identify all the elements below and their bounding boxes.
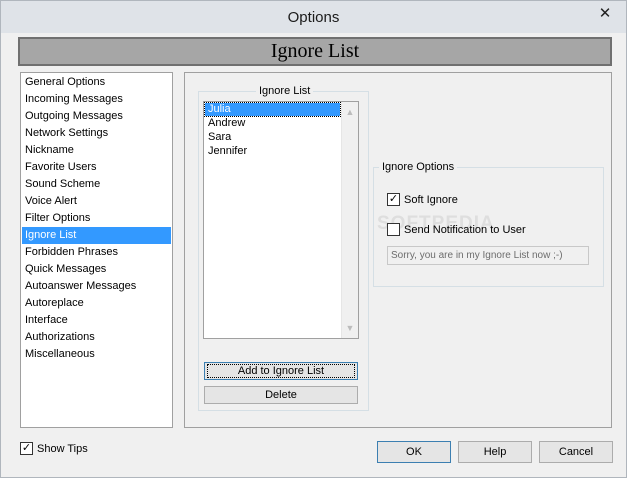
soft-ignore-label: Soft Ignore <box>404 193 458 206</box>
send-notification-label: Send Notification to User <box>404 223 526 236</box>
page-title: Ignore List <box>270 40 360 62</box>
send-notification-option[interactable]: Send Notification to User <box>387 223 526 236</box>
nav-item[interactable]: Autoanswer Messages <box>22 278 171 295</box>
close-icon[interactable]: ✕ <box>592 3 618 23</box>
notification-message-field[interactable]: Sorry, you are in my Ignore List now ;-) <box>387 246 589 265</box>
page-header: Ignore List <box>18 37 612 66</box>
title-bar[interactable]: Options ✕ <box>1 1 626 33</box>
show-tips-option[interactable]: ✓ Show Tips <box>20 442 88 455</box>
add-to-ignore-list-button[interactable]: Add to Ignore List <box>204 362 358 380</box>
help-button[interactable]: Help <box>458 441 532 463</box>
ignore-list-entry[interactable]: Sara <box>205 131 340 144</box>
show-tips-label: Show Tips <box>37 442 88 455</box>
listbox-scrollbar[interactable]: ▲ ▼ <box>341 102 358 338</box>
nav-item[interactable]: Authorizations <box>22 329 171 346</box>
window-title: Options <box>287 8 340 26</box>
nav-item[interactable]: Voice Alert <box>22 193 171 210</box>
nav-item[interactable]: Autoreplace <box>22 295 171 312</box>
nav-item[interactable]: Incoming Messages <box>22 91 171 108</box>
send-notification-checkbox[interactable] <box>387 223 400 236</box>
show-tips-checkbox[interactable]: ✓ <box>20 442 33 455</box>
scroll-down-icon[interactable]: ▼ <box>342 320 358 336</box>
nav-item[interactable]: Interface <box>22 312 171 329</box>
ignore-list-entry[interactable]: Julia <box>204 102 341 117</box>
ok-label: OK <box>406 446 422 458</box>
soft-ignore-option[interactable]: ✓ Soft Ignore <box>387 193 458 206</box>
ignore-listbox[interactable]: Julia Andrew Sara Jennifer ▲ ▼ <box>203 101 359 339</box>
delete-label: Delete <box>265 389 297 401</box>
scroll-up-icon[interactable]: ▲ <box>342 104 358 120</box>
ignore-list-group-label: Ignore List <box>256 85 314 97</box>
nav-item[interactable]: Filter Options <box>22 210 171 227</box>
nav-item[interactable]: Quick Messages <box>22 261 171 278</box>
nav-item[interactable]: Nickname <box>22 142 171 159</box>
options-category-list[interactable]: General Options Incoming Messages Outgoing… <box>20 72 173 428</box>
nav-item[interactable]: Miscellaneous <box>22 346 171 363</box>
ignore-options-group-label: Ignore Options <box>379 161 458 173</box>
nav-item[interactable]: General Options <box>22 74 171 91</box>
help-label: Help <box>483 446 507 458</box>
nav-item[interactable]: Ignore List <box>22 227 171 244</box>
delete-button[interactable]: Delete <box>204 386 358 404</box>
nav-item[interactable]: Sound Scheme <box>22 176 171 193</box>
soft-ignore-checkbox[interactable]: ✓ <box>387 193 400 206</box>
add-to-ignore-list-label: Add to Ignore List <box>206 364 356 378</box>
nav-item[interactable]: Network Settings <box>22 125 171 142</box>
ignore-list-entry[interactable]: Andrew <box>205 117 340 130</box>
ignore-list-entry[interactable]: Jennifer <box>205 145 340 158</box>
nav-item[interactable]: Outgoing Messages <box>22 108 171 125</box>
ok-button[interactable]: OK <box>377 441 451 463</box>
nav-item[interactable]: Forbidden Phrases <box>22 244 171 261</box>
cancel-label: Cancel <box>558 446 594 458</box>
options-window: Options ✕ Ignore List General Options Inc… <box>0 0 627 478</box>
cancel-button[interactable]: Cancel <box>539 441 613 463</box>
nav-item[interactable]: Favorite Users <box>22 159 171 176</box>
